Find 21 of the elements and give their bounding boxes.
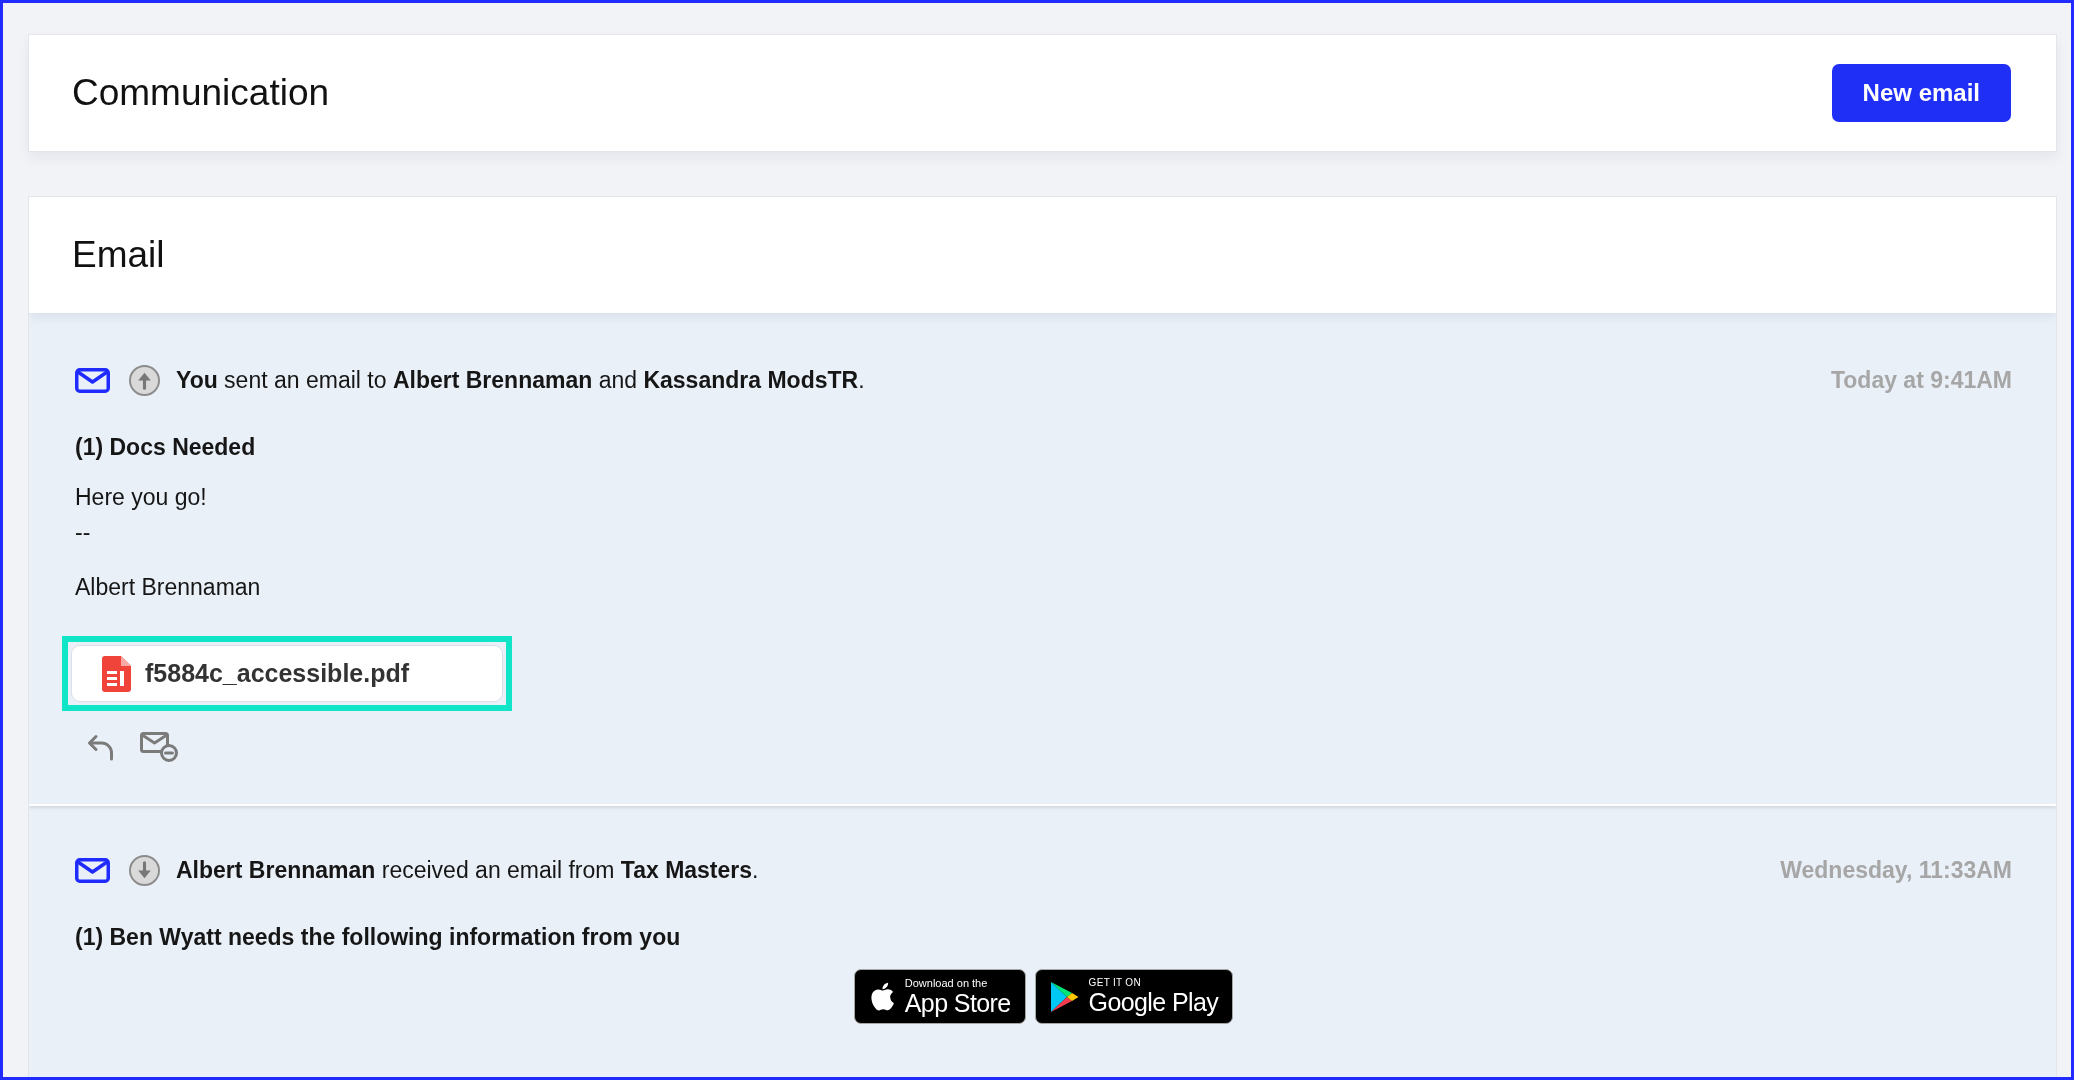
- reply-icon[interactable]: [87, 733, 114, 761]
- apple-icon: [868, 981, 895, 1012]
- email-time: Today at 9:41AM: [1829, 366, 2012, 394]
- section-title: Email: [72, 234, 165, 276]
- email-summary: You sent an email to Albert Brennaman and Kassandra ModsTR.: [176, 366, 865, 394]
- mail-icon: [75, 367, 110, 393]
- mail-minus-icon[interactable]: [140, 732, 178, 762]
- email-subject: (1) Ben Wyatt needs the following information from you: [75, 923, 681, 952]
- email-time: Wednesday, 11:33AM: [1779, 856, 2012, 884]
- email-subject: (1) Docs Needed: [75, 433, 256, 462]
- page-title: Communication: [72, 72, 330, 114]
- store-badge[interactable]: Download on the App Store: [853, 969, 1026, 1024]
- file-icon: [102, 655, 131, 692]
- new-email-button[interactable]: New email: [1831, 64, 2011, 122]
- mail-icon: [75, 857, 110, 883]
- email-body-paragraph: Here you go! --: [75, 483, 207, 547]
- email-summary: Albert Brennaman received an email from Tax Masters.: [176, 856, 759, 884]
- play-icon: [1049, 980, 1079, 1013]
- attachment-chip[interactable]: f5884c_accessible.pdf: [71, 645, 503, 702]
- email-body-paragraph: Albert Brennaman: [75, 573, 261, 602]
- store-badge[interactable]: GET IT ON Google Play: [1034, 969, 1234, 1024]
